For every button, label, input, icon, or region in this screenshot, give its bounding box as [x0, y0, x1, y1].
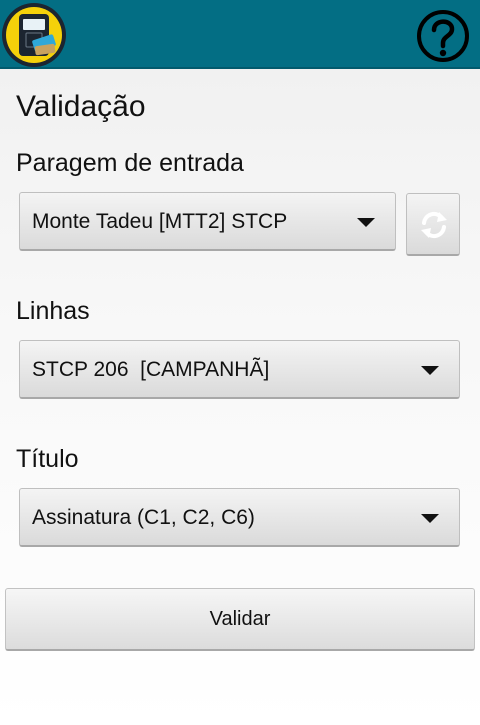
help-circle-icon: [417, 10, 469, 62]
entry-stop-selected: Monte Tadeu [MTT2] STCP: [32, 210, 288, 233]
refresh-icon: [421, 211, 447, 239]
app-bar: [0, 0, 480, 69]
entry-stop-dropdown[interactable]: Monte Tadeu [MTT2] STCP: [19, 192, 396, 251]
validate-button[interactable]: Validar: [5, 588, 475, 651]
lines-selected: STCP 206 [CAMPANHÃ]: [32, 358, 270, 381]
help-button[interactable]: [415, 8, 471, 64]
dropdown-arrow-icon: [421, 366, 439, 375]
app-logo-icon[interactable]: [0, 1, 68, 69]
dropdown-arrow-icon: [421, 514, 439, 523]
lines-dropdown[interactable]: STCP 206 [CAMPANHÃ]: [19, 340, 460, 399]
refresh-stops-button[interactable]: [406, 193, 460, 256]
ticket-label: Título: [16, 445, 79, 473]
dropdown-arrow-icon: [357, 218, 375, 227]
ticket-dropdown[interactable]: Assinatura (C1, C2, C6): [19, 488, 460, 547]
lines-label: Linhas: [16, 297, 90, 325]
entry-stop-label: Paragem de entrada: [16, 149, 244, 177]
ticket-selected: Assinatura (C1, C2, C6): [32, 506, 255, 529]
page-title: Validação: [16, 90, 146, 123]
